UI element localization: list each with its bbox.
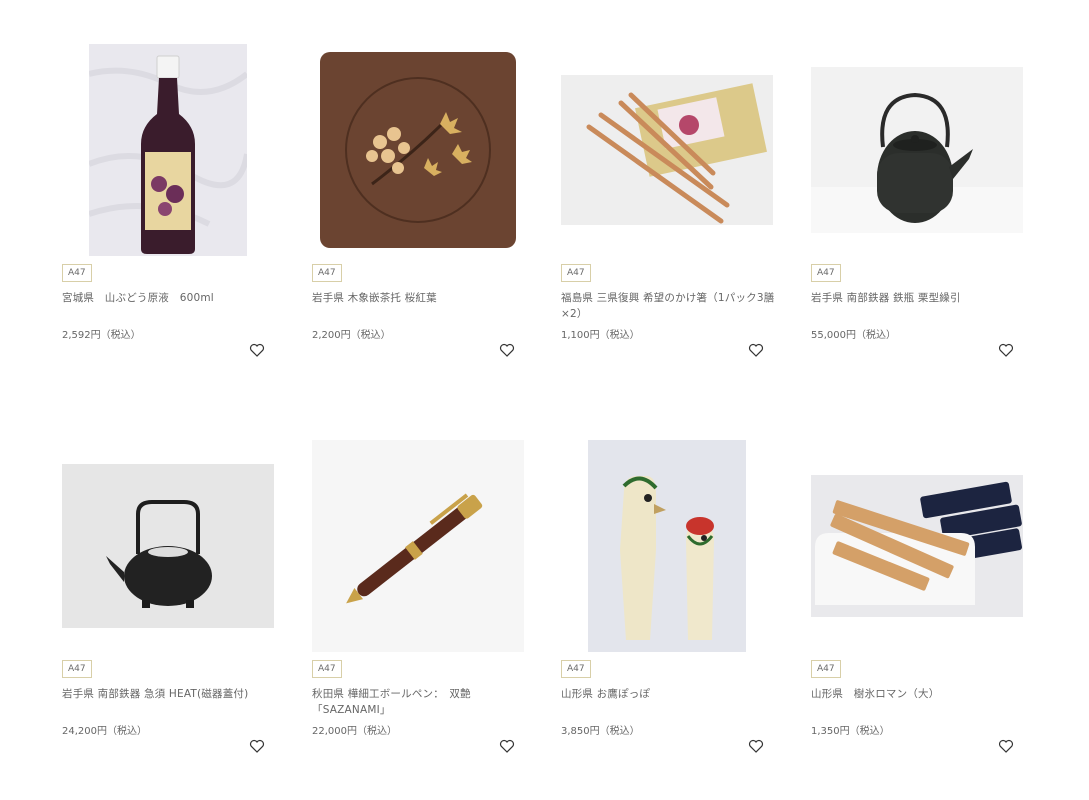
chopsticks-image	[561, 75, 773, 225]
ballpoint-pen-image	[312, 440, 524, 652]
product-badge: A47	[811, 660, 841, 678]
heart-icon[interactable]	[998, 342, 1014, 358]
product-price: 3,850円（税込）	[561, 726, 640, 737]
product-image[interactable]	[62, 44, 274, 256]
wafer-sweets-image	[811, 475, 1023, 617]
heart-icon[interactable]	[249, 342, 265, 358]
heart-icon[interactable]	[998, 738, 1014, 754]
product-image[interactable]	[561, 440, 773, 652]
product-badge: A47	[561, 660, 591, 678]
product-title[interactable]: 岩手県 南部鉄器 鉄瓶 栗型繰引	[811, 290, 1025, 306]
product-image[interactable]	[312, 44, 524, 256]
product-card[interactable]: A47 山形県 樹氷ロマン（大） 1,350円（税込）	[811, 440, 1023, 800]
product-image[interactable]	[312, 440, 524, 652]
product-card[interactable]: A47 秋田県 樺細工ボールペン： 双艶「SAZANAMI」 22,000円（税…	[312, 440, 524, 800]
heart-icon[interactable]	[748, 738, 764, 754]
product-price: 22,000円（税込）	[312, 726, 397, 737]
product-badge: A47	[62, 660, 92, 678]
product-title[interactable]: 岩手県 木象嵌茶托 桜紅葉	[312, 290, 526, 306]
product-image[interactable]	[62, 440, 274, 652]
product-image[interactable]	[561, 44, 773, 256]
iron-teapot-image	[62, 464, 274, 628]
product-image[interactable]	[811, 440, 1023, 652]
wooden-hawk-figures-image	[588, 440, 746, 652]
iron-kettle-image	[811, 67, 1023, 233]
product-badge: A47	[62, 264, 92, 282]
product-title[interactable]: 山形県 お鷹ぽっぽ	[561, 686, 775, 702]
product-title[interactable]: 山形県 樹氷ロマン（大）	[811, 686, 1025, 702]
product-price: 2,592円（税込）	[62, 330, 141, 341]
product-card[interactable]: A47 福島県 三県復興 希望のかけ箸（1パック3膳×2） 1,100円（税込）	[561, 44, 775, 404]
heart-icon[interactable]	[748, 342, 764, 358]
product-card[interactable]: A47 山形県 お鷹ぽっぽ 3,850円（税込）	[561, 440, 773, 800]
product-card[interactable]: A47 岩手県 南部鉄器 鉄瓶 栗型繰引 55,000円（税込）	[811, 44, 1023, 404]
product-title[interactable]: 岩手県 南部鉄器 急須 HEAT(磁器蓋付)	[62, 686, 276, 702]
heart-icon[interactable]	[249, 738, 265, 754]
grape-juice-bottle-image	[89, 44, 247, 256]
product-badge: A47	[312, 264, 342, 282]
wooden-coaster-image	[312, 44, 524, 256]
product-price: 1,100円（税込）	[561, 330, 640, 341]
product-image[interactable]	[811, 44, 1023, 256]
product-price: 1,350円（税込）	[811, 726, 890, 737]
product-price: 2,200円（税込）	[312, 330, 391, 341]
product-title[interactable]: 福島県 三県復興 希望のかけ箸（1パック3膳×2）	[561, 290, 775, 322]
heart-icon[interactable]	[499, 738, 515, 754]
product-badge: A47	[811, 264, 841, 282]
product-card[interactable]: A47 岩手県 木象嵌茶托 桜紅葉 2,200円（税込）	[312, 44, 524, 404]
product-badge: A47	[561, 264, 591, 282]
product-title[interactable]: 秋田県 樺細工ボールペン： 双艶「SAZANAMI」	[312, 686, 526, 718]
product-badge: A47	[312, 660, 342, 678]
product-price: 24,200円（税込）	[62, 726, 147, 737]
heart-icon[interactable]	[499, 342, 515, 358]
product-card[interactable]: A47 岩手県 南部鉄器 急須 HEAT(磁器蓋付) 24,200円（税込）	[62, 440, 274, 800]
product-title[interactable]: 宮城県 山ぶどう原液 600ml	[62, 290, 276, 306]
product-price: 55,000円（税込）	[811, 330, 896, 341]
product-card[interactable]: A47 宮城県 山ぶどう原液 600ml 2,592円（税込）	[62, 44, 274, 404]
